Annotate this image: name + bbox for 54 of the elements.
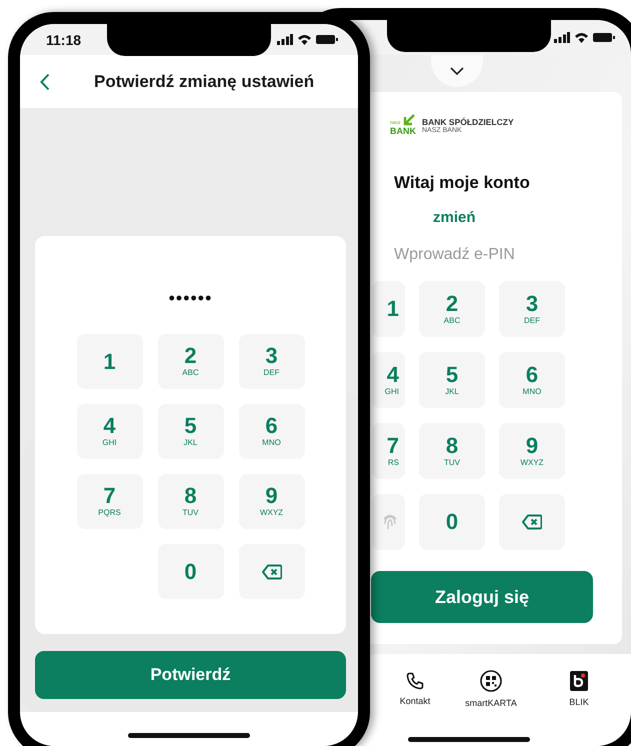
keypad-key[interactable]: 6 MNO: [238, 404, 304, 459]
backspace-icon: [262, 564, 282, 580]
pin-field[interactable]: ••••••: [168, 291, 212, 311]
keypad-key[interactable]: 5 JKL: [419, 352, 485, 408]
signal-icon: [277, 34, 293, 45]
keypad-key[interactable]: 0: [419, 494, 485, 550]
battery-icon: [316, 34, 338, 45]
keypad-key[interactable]: 3 DEF: [238, 334, 304, 389]
change-link[interactable]: zmień: [433, 209, 476, 226]
backspace-key[interactable]: [499, 494, 565, 550]
nav-item[interactable]: smartKARTA: [457, 670, 525, 708]
back-icon: [40, 72, 50, 90]
login-button[interactable]: Zaloguj się: [371, 571, 593, 623]
keypad-key[interactable]: 3 DEF: [499, 281, 565, 337]
greeting-text: Witaj moje konto: [394, 173, 530, 193]
keypad-key[interactable]: 0: [158, 544, 224, 599]
blik-icon: [570, 671, 588, 691]
keypad-key[interactable]: 7 PQRS: [76, 474, 142, 529]
keypad-key[interactable]: 9 WXYZ: [499, 423, 565, 479]
wifi-icon: [574, 32, 589, 43]
keypad-key[interactable]: 7 RS: [372, 423, 405, 479]
bank-name: BANK SPÓŁDZIELCZY: [422, 117, 514, 127]
arrow-icon: [403, 114, 415, 126]
keypad-key[interactable]: 1: [76, 334, 142, 389]
keypad-key[interactable]: 8 TUV: [158, 474, 224, 529]
keypad-key[interactable]: 8 TUV: [419, 423, 485, 479]
keypad-key[interactable]: 5 JKL: [158, 404, 224, 459]
keypad-key[interactable]: 9 WXYZ: [238, 474, 304, 529]
confirm-button[interactable]: Potwierdź: [35, 651, 346, 699]
backspace-key[interactable]: [238, 544, 304, 599]
fingerprint-icon: [381, 512, 399, 532]
keypad-key[interactable]: 1: [372, 281, 405, 337]
status-time: 11:18: [46, 32, 82, 48]
nav-item[interactable]: BLIK: [551, 671, 607, 707]
keypad-key[interactable]: 2 ABC: [158, 334, 224, 389]
battery-icon: [593, 32, 615, 43]
signal-icon: [554, 32, 570, 43]
keypad-key[interactable]: 6 MNO: [499, 352, 565, 408]
screen-title: Potwierdź zmianę ustawień: [94, 72, 314, 92]
wifi-icon: [297, 34, 312, 45]
qr-code-icon: [480, 670, 502, 692]
logo-text: BANK: [390, 126, 416, 136]
keypad-key[interactable]: 2 ABC: [419, 281, 485, 337]
nav-item[interactable]: Kontakt: [387, 672, 443, 706]
home-indicator[interactable]: [408, 737, 530, 742]
keypad-key[interactable]: 4 GHI: [76, 404, 142, 459]
pin-prompt: Wprowadź e-PIN: [394, 246, 515, 264]
backspace-icon: [522, 514, 542, 530]
home-indicator[interactable]: [128, 733, 250, 738]
collapse-button[interactable]: [431, 55, 483, 87]
keypad-key[interactable]: 4 GHI: [372, 352, 405, 408]
fingerprint-key[interactable]: [372, 494, 405, 550]
phone-icon: [406, 672, 424, 690]
chevron-down-icon: [450, 67, 464, 75]
